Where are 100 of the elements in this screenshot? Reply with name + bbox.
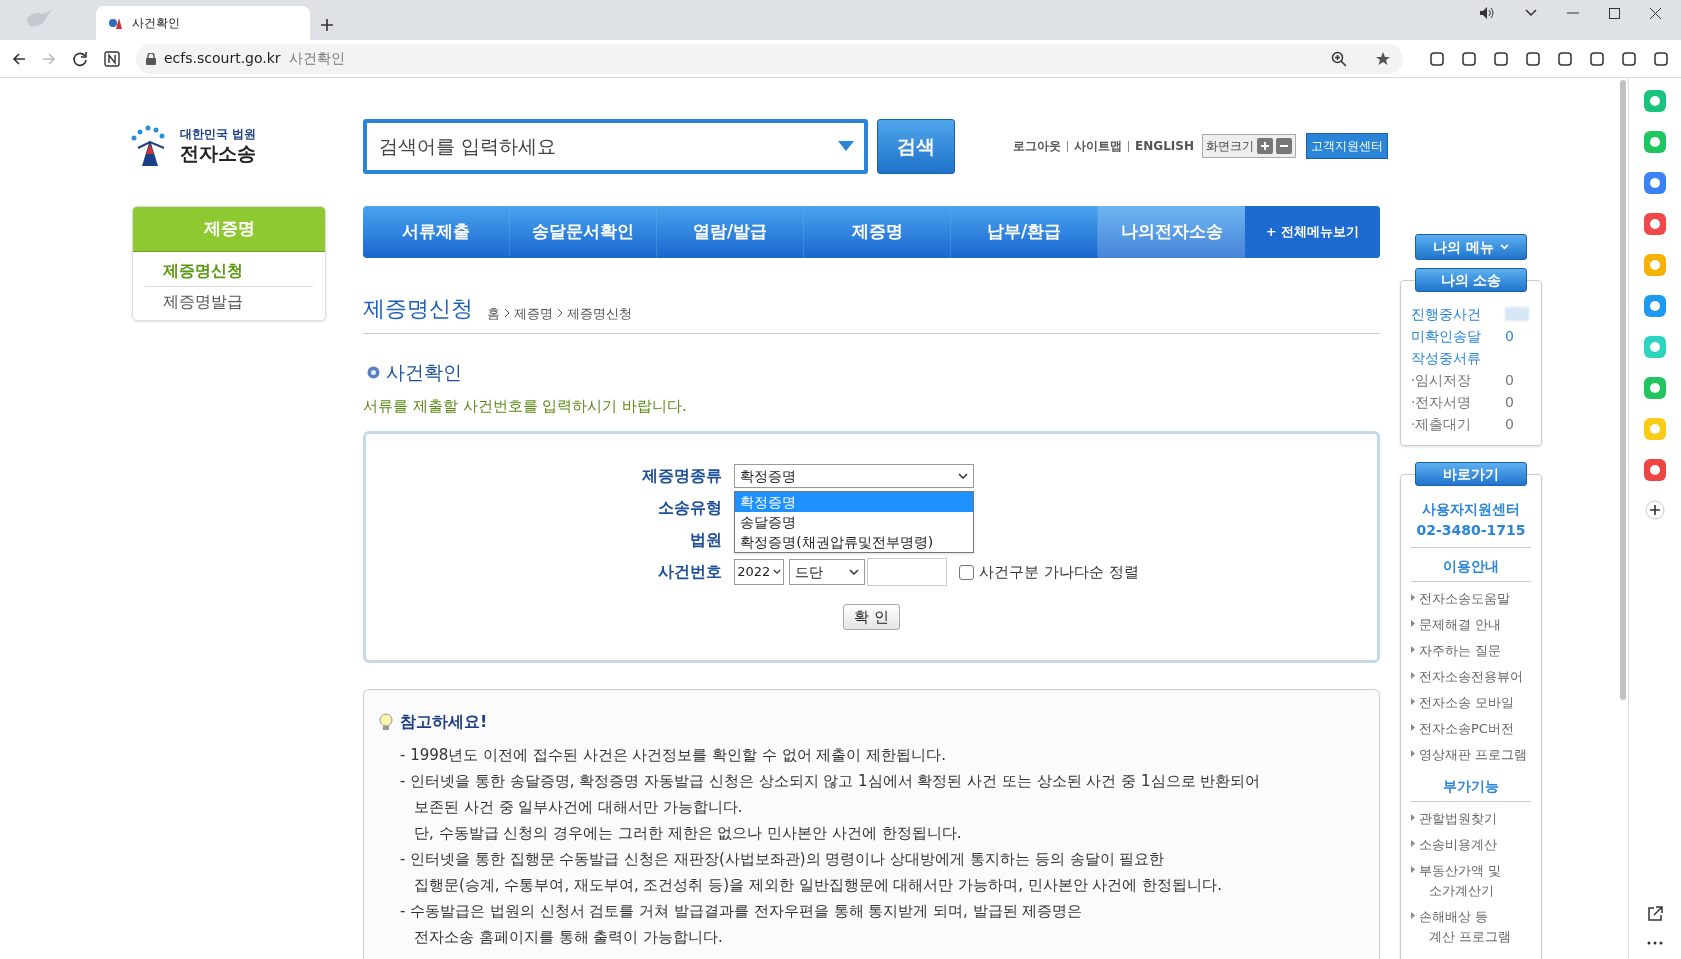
dropdown-option[interactable]: 확정증명 — [735, 492, 974, 512]
sidebar-item[interactable]: 제증명발급 — [145, 286, 313, 316]
section-heading: 부가기능 — [1411, 776, 1531, 802]
nav-tab[interactable]: 송달문서확인 — [510, 206, 657, 258]
note-text: 전자소송 홈페이지를 통해 출력이 가능합니다. — [413, 927, 723, 948]
dropdown-option[interactable]: 송달증명 — [735, 512, 974, 532]
instruction-text: 서류를 제출할 사건번호를 입력하시기 바랍니다. — [363, 395, 688, 417]
case-count: 0 — [1505, 326, 1514, 346]
support-center-button[interactable]: 고객지원센터 — [1306, 133, 1388, 159]
speaker-icon[interactable] — [1479, 6, 1495, 20]
shortcut-link[interactable]: 소송비용계산 — [1419, 835, 1497, 855]
court-logo[interactable]: 대한민국 법원 전자소송 — [128, 124, 363, 168]
back-icon[interactable] — [12, 51, 26, 66]
dropdown-triangle-icon — [838, 140, 854, 151]
shortcut-link[interactable]: 손해배상 등 계산 프로그램 — [1419, 907, 1512, 947]
zoom-icon[interactable] — [1331, 50, 1347, 67]
chevron-down-icon — [849, 568, 860, 576]
plus-icon[interactable] — [1645, 500, 1665, 520]
note-text: 보존된 사건 중 일부사건에 대해서만 가능합니다. — [413, 797, 743, 818]
support-center-name: 사용자지원센터 — [1421, 500, 1521, 519]
arrow-right-icon — [1411, 840, 1415, 847]
n-badge-icon[interactable] — [104, 50, 120, 67]
checkbox[interactable] — [959, 564, 975, 580]
shortcut-link[interactable]: 영상재판 프로그램 — [1419, 745, 1528, 765]
chevron-down-icon — [1499, 244, 1509, 250]
reload-icon[interactable] — [72, 50, 88, 67]
breadcrumb-link[interactable]: 제증명 — [514, 303, 553, 323]
shortcut-link[interactable]: 관할법원찾기 — [1419, 809, 1497, 829]
shortcut-link[interactable]: 자주하는 질문 — [1419, 641, 1502, 661]
section-heading: 이용안내 — [1411, 556, 1531, 582]
chevron-right-icon — [557, 308, 563, 319]
arrow-right-icon — [1411, 814, 1415, 821]
new-tab-icon[interactable] — [320, 18, 334, 32]
shortcut-link[interactable]: 전자소송도움말 — [1419, 589, 1510, 609]
arrow-right-icon — [1411, 750, 1415, 757]
arrow-right-icon — [1411, 912, 1415, 919]
case-link[interactable]: 작성중서류 — [1411, 347, 1505, 369]
arrow-right-icon — [1411, 724, 1415, 731]
case-count: 0 — [1505, 414, 1514, 434]
all-menu-link[interactable]: + 전체메뉴보기 — [1245, 206, 1380, 258]
checkbox-label: 사건구분 가나다순 정렬 — [979, 561, 1139, 583]
plus-icon[interactable] — [1257, 138, 1273, 154]
breadcrumb-link[interactable]: 홈 — [487, 303, 500, 323]
arrow-right-icon — [1411, 594, 1415, 601]
shortcut-link[interactable]: 전자소송전용뷰어 — [1419, 667, 1523, 687]
header-link[interactable]: 사이트맵 — [1074, 137, 1123, 155]
header-link[interactable]: ENGLISH — [1135, 137, 1194, 155]
lightbulb-icon — [378, 713, 394, 731]
arrow-right-icon — [1411, 866, 1415, 873]
page-title: 제증명신청 — [363, 295, 473, 323]
address-bar[interactable]: ecfs.scourt.go.kr 사건확인 — [136, 43, 1403, 74]
case-label: ·임시저장 — [1411, 370, 1473, 390]
browser-tab[interactable]: 사건확인 — [96, 6, 310, 40]
nav-tab[interactable]: 제증명 — [804, 206, 951, 258]
my-menu-button[interactable]: 나의 메뉴 — [1415, 234, 1527, 260]
panel-title: 바로가기 — [1415, 462, 1527, 486]
year-select[interactable]: 2022 — [734, 559, 785, 585]
header-link[interactable]: 로그아웃 — [1013, 137, 1062, 155]
nav-tab[interactable]: 열람/발급 — [657, 206, 804, 258]
panel-title: 나의 소송 — [1415, 268, 1527, 292]
field-label: 법원 — [689, 529, 723, 551]
note-text: 단, 수동발급 신청의 경우에는 그러한 제한은 없으나 민사본안 사건에 한정됩니다. — [413, 823, 962, 844]
case-link[interactable]: 미확인송달 — [1411, 325, 1505, 347]
case-label: ·제출대기 — [1411, 414, 1473, 434]
external-link-icon[interactable] — [1647, 906, 1663, 922]
search-field[interactable]: 검색어를 입력하세요 — [363, 118, 868, 174]
maximize-icon[interactable] — [1609, 7, 1620, 19]
sidebar-item[interactable]: 제증명신청 — [145, 256, 313, 286]
chevron-down-icon — [958, 472, 969, 480]
confirm-button[interactable]: 확 인 — [843, 604, 900, 630]
close-icon[interactable] — [1650, 7, 1661, 19]
dropdown-option[interactable]: 확정증명(채권압류및전부명령) — [735, 532, 974, 552]
shortcut-link[interactable]: 문제해결 안내 — [1419, 615, 1502, 635]
note-text: - 인터넷을 통한 집행문 수동발급 신청은 재판장(사법보좌관)의 명령이나 상대방에게 통지하는 등의 송달이 필요한 — [400, 849, 1165, 870]
bullet-icon — [367, 365, 380, 379]
support-phone: 02-3480-1715 — [1411, 520, 1531, 548]
section-title: 사건확인 — [386, 360, 462, 385]
font-size-control[interactable]: 화면크기 — [1202, 134, 1296, 158]
cert-type-select[interactable]: 확정증명 — [734, 464, 975, 488]
nav-tab[interactable]: 납부/환급 — [951, 206, 1098, 258]
breadcrumb-link[interactable]: 제증명신청 — [567, 303, 632, 323]
search-button[interactable]: 검색 — [877, 118, 955, 174]
nav-tab[interactable]: 서류제출 — [363, 206, 510, 258]
chevron-right-icon — [504, 308, 510, 319]
case-link[interactable]: 진행중사건 — [1411, 303, 1505, 325]
shortcut-link[interactable]: 전자소송 모바일 — [1419, 693, 1515, 713]
note-text: - 1998년도 이전에 접수된 사건은 사건정보를 확인할 수 없어 제출이 제한됩니다. — [400, 745, 947, 766]
arrow-right-icon — [1411, 698, 1415, 705]
arrow-right-icon — [1411, 672, 1415, 679]
field-label: 사건번호 — [657, 561, 723, 583]
case-type-select[interactable]: 드단 — [789, 559, 866, 585]
shortcut-link[interactable]: 부동산가액 및 소가계산기 — [1419, 861, 1502, 901]
note-text: 집행문(승계, 수통부여, 재도부여, 조건성취 등)을 제외한 일반집행문에 대해서만 가능하며, 민사본안 사건에 한정됩니다. — [413, 875, 1222, 896]
lock-icon — [146, 52, 156, 65]
chevron-down-icon[interactable] — [1525, 9, 1537, 17]
arrow-right-icon — [1411, 646, 1415, 653]
chevron-down-icon — [773, 569, 782, 575]
case-number-field[interactable] — [867, 558, 948, 586]
shortcut-link[interactable]: 전자소송PC버전 — [1419, 719, 1514, 739]
minus-icon[interactable] — [1276, 138, 1292, 154]
